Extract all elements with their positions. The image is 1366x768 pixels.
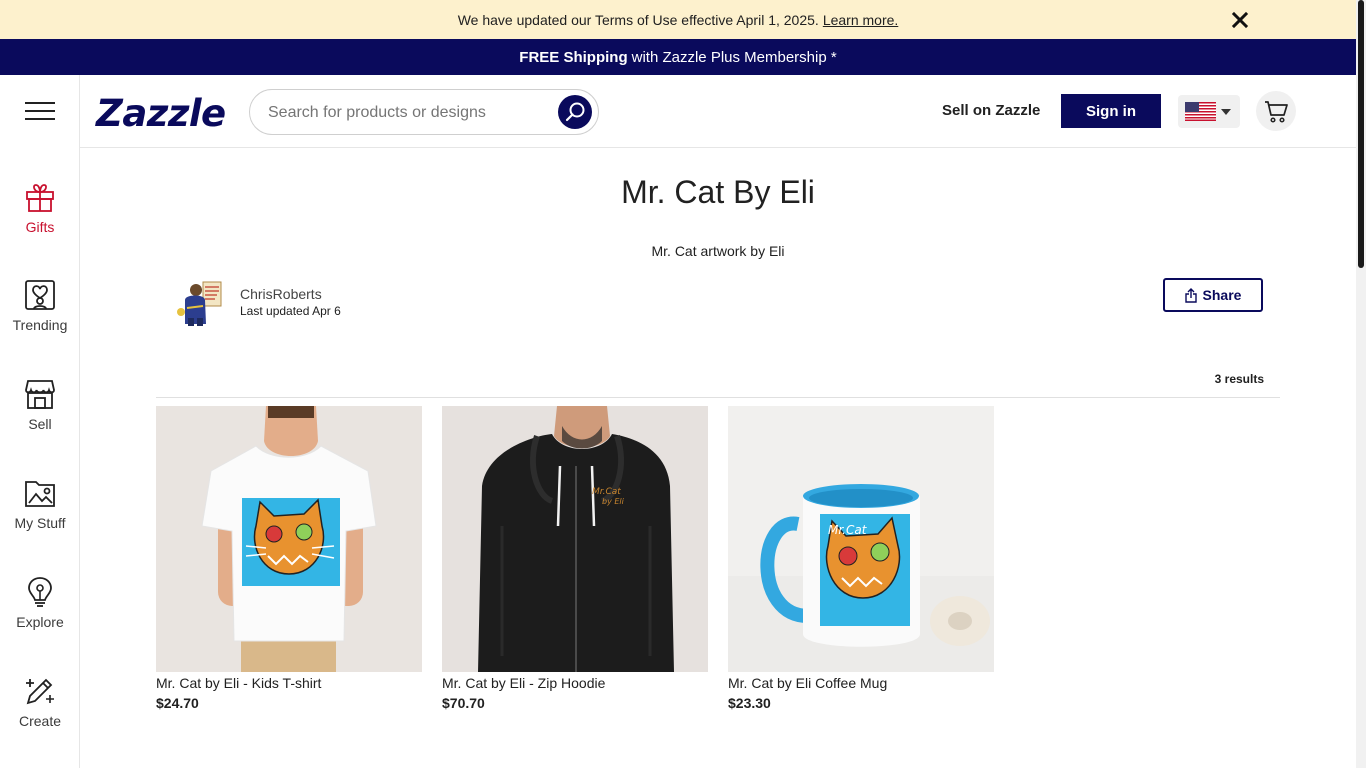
search-input[interactable] [268,101,548,125]
search-button[interactable] [558,95,592,129]
page-title: Mr. Cat By Eli [621,174,815,210]
sidebar-item-gifts[interactable]: Gifts [0,181,80,251]
svg-text:Mr.Cat: Mr.Cat [828,523,868,537]
results-count: 3 results [1214,372,1264,386]
sidebar-item-label: My Stuff [14,515,66,531]
product-name[interactable]: Mr. Cat by Eli - Kids T-shirt [156,675,422,691]
sidebar-item-label: Explore [16,614,64,630]
sign-in-button[interactable]: Sign in [1061,94,1161,128]
product-name[interactable]: Mr. Cat by Eli - Zip Hoodie [442,675,708,691]
cart-icon [1265,101,1288,123]
terms-notice-text: We have updated our Terms of Use effecti… [457,11,819,28]
sidebar-item-label: Trending [12,317,68,333]
zip-hoodie-image: Mr.Cat by Eli [442,406,708,672]
country-selector[interactable] [1178,95,1240,128]
gift-icon [26,184,54,212]
sidebar-item-explore[interactable]: Explore [0,576,80,646]
site-header: Zazzle Sell on Zazzle Sign in [80,75,1356,148]
scrollbar-thumb[interactable] [1358,0,1364,268]
trending-icon [25,280,55,310]
product-price: $70.70 [442,695,485,711]
share-icon [1184,287,1197,303]
sidebar-item-label: Gifts [25,219,55,235]
last-updated-text: Last updated Apr 6 [240,304,341,318]
product-name[interactable]: Mr. Cat by Eli Coffee Mug [728,675,994,691]
sidebar-item-create[interactable]: Create [0,675,80,745]
folder-image-icon [25,481,55,507]
search-bar [249,89,599,135]
product-image[interactable]: Mr.Cat [728,406,994,672]
coffee-mug-image: Mr.Cat [728,406,994,672]
cart-button[interactable] [1256,91,1296,131]
promo-text: with Zazzle Plus Membership * [631,48,837,66]
results-divider [156,397,1280,398]
product-price: $24.70 [156,695,199,711]
zazzle-logo[interactable]: Zazzle [96,92,226,135]
promo-bold-text: FREE Shipping [519,48,628,66]
kids-tshirt-image [156,406,422,672]
product-image[interactable]: Mr.Cat by Eli [442,406,708,672]
sidebar-item-label: Create [18,713,62,729]
lightbulb-icon [28,577,52,607]
product-price: $23.30 [728,695,771,711]
us-flag-icon [1185,102,1231,121]
close-icon[interactable] [1231,11,1249,29]
left-sidebar: Gifts Trending Sell My Stuff Explore Cre… [0,75,80,768]
product-card[interactable]: Mr.Cat by Eli Mr. Cat by Eli - Zip Hoodi… [442,406,708,711]
svg-text:by Eli: by Eli [602,497,625,506]
product-image[interactable] [156,406,422,672]
free-shipping-banner[interactable]: FREE Shipping with Zazzle Plus Membershi… [0,39,1356,75]
share-label: Share [1202,287,1242,303]
learn-more-link[interactable]: Learn more. [823,12,898,28]
share-button[interactable]: Share [1163,278,1263,312]
collection-description: Mr. Cat artwork by Eli [651,243,785,259]
hamburger-menu-icon[interactable] [25,102,55,122]
pencil-sparkle-icon [26,678,54,705]
svg-text:Mr.Cat: Mr.Cat [592,487,621,497]
sell-on-zazzle-link[interactable]: Sell on Zazzle [942,102,1040,119]
sidebar-item-my-stuff[interactable]: My Stuff [0,477,80,547]
author-name-link[interactable]: ChrisRoberts [240,286,322,302]
product-card[interactable]: Mr.Cat Mr. Cat by Eli Coffee Mug $23.30 [728,406,994,711]
sidebar-item-label: Sell [28,416,52,432]
page-scrollbar[interactable] [1356,0,1366,768]
sidebar-item-sell[interactable]: Sell [0,378,80,448]
search-icon [565,102,585,122]
sidebar-item-trending[interactable]: Trending [0,279,80,349]
product-card[interactable]: Mr. Cat by Eli - Kids T-shirt $24.70 [156,406,422,711]
avatar[interactable] [175,278,225,328]
terms-notice-bar: We have updated our Terms of Use effecti… [0,0,1356,39]
store-icon [25,380,55,409]
